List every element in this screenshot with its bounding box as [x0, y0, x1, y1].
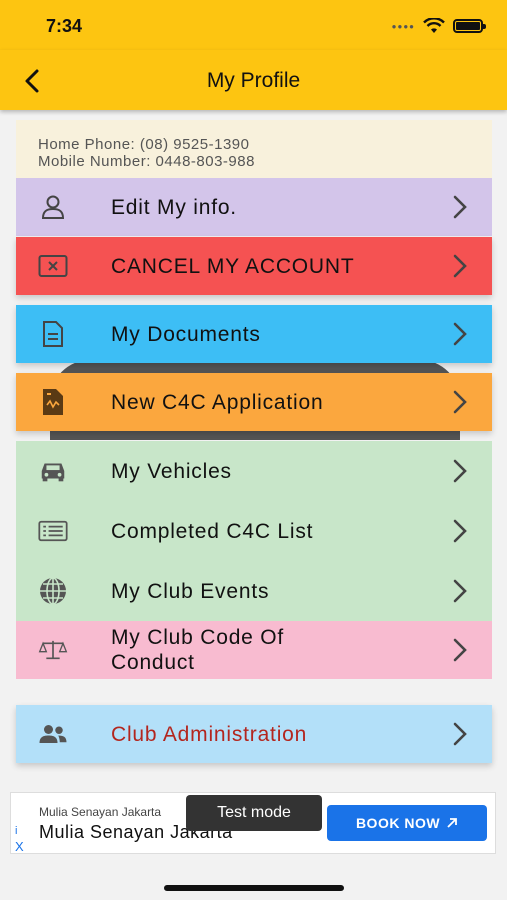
- chevron-right-icon: [453, 390, 467, 414]
- menu-item-my-vehicles[interactable]: My Vehicles: [16, 441, 492, 501]
- ad-subtitle: Mulia Senayan Jakarta: [39, 805, 162, 819]
- book-now-button[interactable]: BOOK NOW: [327, 805, 487, 841]
- menu-item-cancel-account[interactable]: CANCEL MY ACCOUNT: [16, 237, 492, 295]
- menu-item-edit-info[interactable]: Edit My info.: [16, 178, 492, 236]
- test-mode-badge: Test mode: [186, 795, 322, 831]
- person-icon: [38, 192, 68, 222]
- battery-icon: [453, 19, 486, 33]
- globe-icon: [38, 576, 68, 606]
- menu-item-club-administration[interactable]: Club Administration: [16, 705, 492, 763]
- chevron-right-icon: [453, 322, 467, 346]
- document-icon: [38, 319, 68, 349]
- status-time: 7:34: [46, 16, 83, 36]
- home-phone: Home Phone: (08) 9525-1390: [38, 136, 250, 153]
- chevron-right-icon: [453, 638, 467, 662]
- application-icon: [38, 387, 68, 417]
- status-bar: 7:34 ●●●●: [0, 0, 507, 50]
- chevron-right-icon: [453, 519, 467, 543]
- mobile-number: Mobile Number: 0448-803-988: [38, 153, 255, 170]
- arrow-up-right-icon: [447, 818, 457, 828]
- chevron-right-icon: [453, 254, 467, 278]
- page-title: My Profile: [206, 69, 301, 92]
- car-icon: [38, 456, 68, 486]
- signal-icon: ●●●●: [391, 21, 415, 31]
- menu-item-label: My Vehicles: [111, 459, 232, 483]
- ad-info-icon[interactable]: i: [15, 825, 17, 837]
- list-icon: [38, 516, 68, 546]
- ad-close-icon[interactable]: X: [15, 839, 24, 854]
- nav-bar: My Profile: [0, 50, 507, 110]
- chevron-right-icon: [453, 579, 467, 603]
- contact-info: Home Phone: (08) 9525-1390 Mobile Number…: [16, 120, 492, 178]
- menu-item-label: New C4C Application: [111, 390, 324, 414]
- menu-item-label: Completed C4C List: [111, 519, 314, 543]
- chevron-right-icon: [453, 722, 467, 746]
- menu-item-label: My Club Events: [111, 579, 270, 603]
- group-icon: [38, 719, 68, 749]
- wifi-icon: [423, 18, 445, 33]
- status-icons: ●●●●: [391, 18, 486, 34]
- menu-item-completed-c4c-list[interactable]: Completed C4C List: [16, 501, 492, 561]
- chevron-right-icon: [453, 195, 467, 219]
- menu-item-label: CANCEL MY ACCOUNT: [111, 254, 355, 278]
- menu-item-club-code-of-conduct[interactable]: My Club Code Of Conduct: [16, 621, 492, 679]
- menu-item-my-documents[interactable]: My Documents: [16, 305, 492, 363]
- book-now-label: BOOK NOW: [355, 815, 441, 831]
- menu-item-label: My Club Code Of Conduct: [111, 626, 285, 674]
- menu-item-label: My Documents: [111, 322, 261, 346]
- home-indicator[interactable]: [164, 885, 344, 891]
- menu-item-label: Club Administration: [111, 722, 308, 746]
- menu-item-my-club-events[interactable]: My Club Events: [16, 561, 492, 621]
- menu-item-label: Edit My info.: [111, 195, 237, 219]
- scales-icon: [38, 635, 68, 665]
- cancel-box-icon: [38, 251, 68, 281]
- chevron-right-icon: [453, 459, 467, 483]
- menu-item-new-c4c-application[interactable]: New C4C Application: [16, 373, 492, 431]
